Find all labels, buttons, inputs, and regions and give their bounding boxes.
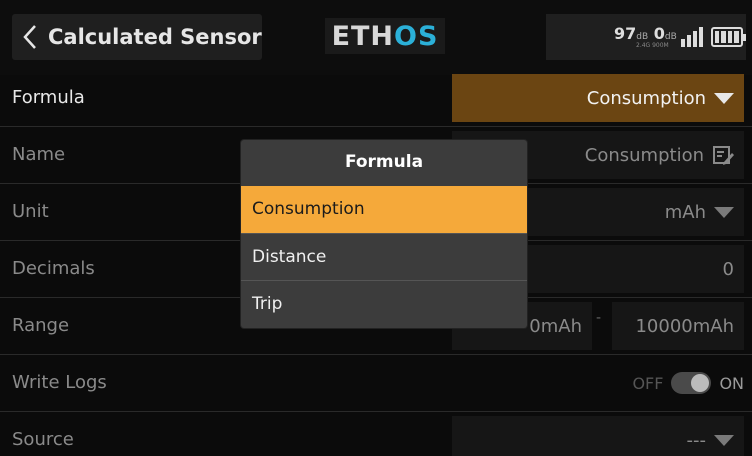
source-select[interactable]: --- [452,416,744,456]
rssi-band: 2.4G 900M [636,41,669,49]
popup-option-distance[interactable]: Distance [241,233,527,280]
battery-icon [710,27,746,47]
popup-option-trip[interactable]: Trip [241,280,527,327]
logo-accent-text: OS [394,20,439,52]
range-max-value: 10000mAh [635,315,734,337]
row-write-logs: Write Logs OFF ON [0,355,752,412]
ethos-logo: ETH OS [325,18,445,54]
logo-main-text: ETH [331,20,395,52]
name-label: Name [12,144,66,165]
rssi-readout: 97dB 0dB 2.4G 900M [614,23,677,49]
title-bar[interactable]: Calculated Sensor [12,14,262,60]
rssi-value: 97 [614,23,637,43]
toggle-off-label: OFF [632,373,664,393]
formula-value: Consumption [586,87,706,109]
decimals-value: 0 [722,258,734,280]
write-logs-label: Write Logs [12,372,107,393]
chevron-left-icon [23,25,36,49]
source-label: Source [12,429,74,450]
write-logs-toggle-group[interactable]: OFF ON [632,359,744,407]
range-label: Range [12,315,70,336]
decimals-label: Decimals [12,258,95,279]
row-source: Source --- [0,412,752,456]
range-max-field[interactable]: 10000mAh [612,302,744,350]
triangle-down-icon [714,434,734,446]
rssi-unit-2: dB [664,31,677,42]
range-separator: - [596,310,602,326]
name-value: Consumption [584,144,704,166]
popup-option-consumption[interactable]: Consumption [241,186,527,233]
rssi-value-2: 0 [653,23,665,43]
top-bar: Calculated Sensor ETH OS 97dB 0dB 2.4G 90… [0,0,752,75]
formula-popup: Formula Consumption Distance Trip [241,140,527,328]
triangle-down-icon [714,206,734,218]
source-value: --- [686,429,707,451]
unit-label: Unit [12,201,49,222]
page-title: Calculated Sensor [48,25,262,49]
edit-icon [713,146,734,165]
toggle-on-label: ON [719,373,744,393]
formula-select[interactable]: Consumption [452,74,744,122]
popup-title: Formula [344,152,424,172]
rssi-unit: dB [636,31,649,42]
toggle-knob [691,374,710,392]
signal-bars-icon [680,27,703,47]
back-button[interactable] [12,14,48,60]
status-area[interactable]: 97dB 0dB 2.4G 900M [546,14,746,60]
write-logs-toggle[interactable] [671,372,712,394]
formula-label: Formula [12,87,85,108]
triangle-down-icon [714,92,734,104]
row-formula: Formula Consumption [0,70,752,127]
range-min-value: 0mAh [529,315,582,337]
unit-value: mAh [664,201,706,223]
